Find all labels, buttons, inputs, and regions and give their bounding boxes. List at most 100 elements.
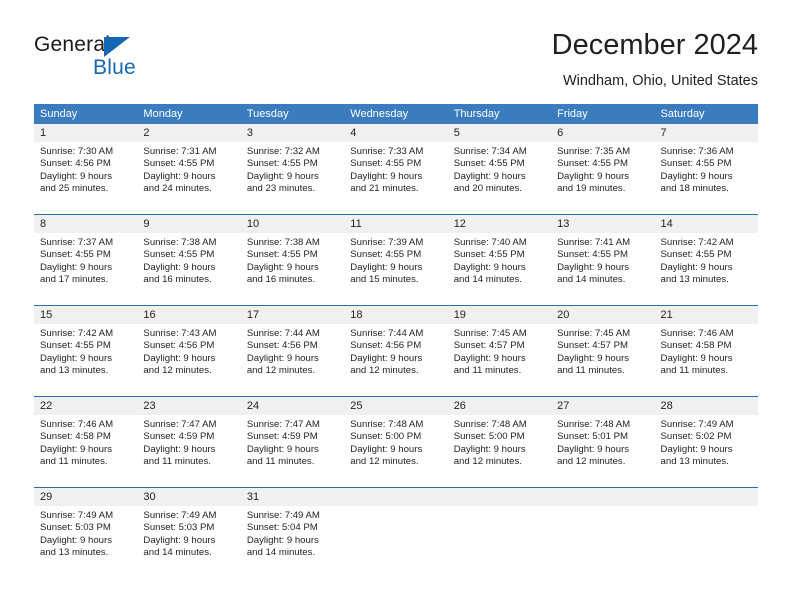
day-sunrise-text: Sunrise: 7:39 AM	[350, 237, 424, 248]
day-cell-10[interactable]: Sunrise: 7:38 AM Sunset: 4:55 PM Daylight:…	[241, 233, 344, 293]
page-header: General Blue December 2024 Windham, Ohio…	[0, 0, 792, 100]
day-sunrise-text: Sunrise: 7:49 AM	[143, 510, 217, 521]
day-sunrise-text: Sunrise: 7:41 AM	[557, 237, 631, 248]
day-number-6[interactable]: 6	[551, 124, 654, 142]
day-number-5[interactable]: 5	[448, 124, 551, 142]
day-daylight-line2-text: and 12 minutes.	[557, 456, 626, 468]
day-sunset-text: Sunset: 4:55 PM	[453, 249, 525, 261]
day-sunset-text: Sunset: 5:03 PM	[143, 522, 215, 534]
logo-text-general: General	[34, 33, 111, 56]
day-sunset-text: Sunset: 4:59 PM	[143, 431, 215, 443]
day-daylight-line1-text: Daylight: 9 hours	[453, 352, 526, 364]
day-number-20[interactable]: 20	[551, 306, 654, 324]
day-number-18[interactable]: 18	[344, 306, 447, 324]
day-cell-31[interactable]: Sunrise: 7:49 AM Sunset: 5:04 PM Daylight:…	[241, 506, 344, 566]
day-cell-26[interactable]: Sunrise: 7:48 AM Sunset: 5:00 PM Daylight:…	[448, 415, 551, 475]
day-sunset-text: Sunset: 4:55 PM	[557, 158, 629, 170]
day-number-3[interactable]: 3	[241, 124, 344, 142]
day-cell-7[interactable]: Sunrise: 7:36 AM Sunset: 4:55 PM Daylight:…	[655, 142, 758, 202]
day-sunset-text: Sunset: 4:55 PM	[557, 249, 629, 261]
day-daylight-line1-text: Daylight: 9 hours	[246, 443, 319, 455]
day-number-13[interactable]: 13	[551, 215, 654, 233]
logo-triangle-icon	[104, 37, 130, 57]
day-number-11[interactable]: 11	[344, 215, 447, 233]
day-daylight-line2-text: and 16 minutes.	[246, 274, 316, 286]
day-sunrise-text: Sunrise: 7:45 AM	[453, 328, 527, 339]
day-number-26[interactable]: 26	[448, 397, 551, 415]
day-number-28[interactable]: 28	[655, 397, 758, 415]
day-daylight-line2-text: and 14 minutes.	[453, 274, 522, 286]
day-cell-3[interactable]: Sunrise: 7:32 AM Sunset: 4:55 PM Daylight:…	[241, 142, 344, 202]
day-cell-30[interactable]: Sunrise: 7:49 AM Sunset: 5:03 PM Daylight:…	[137, 506, 240, 566]
day-cell-8[interactable]: Sunrise: 7:37 AM Sunset: 4:55 PM Daylight:…	[34, 233, 137, 293]
day-cell-25[interactable]: Sunrise: 7:48 AM Sunset: 5:00 PM Daylight:…	[344, 415, 447, 475]
day-cell-21[interactable]: Sunrise: 7:46 AM Sunset: 4:58 PM Daylight:…	[655, 324, 758, 384]
day-number-17[interactable]: 17	[241, 306, 344, 324]
day-cell-13[interactable]: Sunrise: 7:41 AM Sunset: 4:55 PM Daylight:…	[551, 233, 654, 293]
day-cell-1[interactable]: Sunrise: 7:30 AM Sunset: 4:56 PM Daylight:…	[34, 142, 137, 202]
day-cell-2[interactable]: Sunrise: 7:31 AM Sunset: 4:55 PM Daylight:…	[137, 142, 240, 202]
day-daylight-line2-text: and 12 minutes.	[453, 456, 522, 468]
general-blue-logo[interactable]: General Blue	[34, 33, 214, 81]
day-number-2[interactable]: 2	[137, 124, 240, 142]
day-sunrise-text: Sunrise: 7:35 AM	[557, 146, 631, 157]
day-cell-28[interactable]: Sunrise: 7:49 AM Sunset: 5:02 PM Daylight:…	[655, 415, 758, 475]
day-cell-15[interactable]: Sunrise: 7:42 AM Sunset: 4:55 PM Daylight:…	[34, 324, 137, 384]
day-number-24[interactable]: 24	[241, 397, 344, 415]
day-cell-12[interactable]: Sunrise: 7:40 AM Sunset: 4:55 PM Daylight:…	[448, 233, 551, 293]
day-cell-23[interactable]: Sunrise: 7:47 AM Sunset: 4:59 PM Daylight:…	[137, 415, 240, 475]
day-sunrise-text: Sunrise: 7:49 AM	[660, 419, 734, 430]
day-daylight-line1-text: Daylight: 9 hours	[350, 170, 423, 182]
day-cell-14[interactable]: Sunrise: 7:42 AM Sunset: 4:55 PM Daylight:…	[655, 233, 758, 293]
day-number-12[interactable]: 12	[448, 215, 551, 233]
day-number-7[interactable]: 7	[655, 124, 758, 142]
day-cell-29[interactable]: Sunrise: 7:49 AM Sunset: 5:03 PM Daylight:…	[34, 506, 137, 566]
day-number-band: 1234567	[34, 124, 758, 142]
day-number-23[interactable]: 23	[137, 397, 240, 415]
day-cell-20[interactable]: Sunrise: 7:45 AM Sunset: 4:57 PM Daylight:…	[551, 324, 654, 384]
day-cell-9[interactable]: Sunrise: 7:38 AM Sunset: 4:55 PM Daylight:…	[137, 233, 240, 293]
day-number-8[interactable]: 8	[34, 215, 137, 233]
day-number-14[interactable]: 14	[655, 215, 758, 233]
day-sunset-text: Sunset: 4:55 PM	[40, 249, 111, 261]
day-number-29[interactable]: 29	[34, 488, 137, 506]
day-cell-16[interactable]: Sunrise: 7:43 AM Sunset: 4:56 PM Daylight:…	[137, 324, 240, 384]
day-daylight-line1-text: Daylight: 9 hours	[40, 261, 112, 273]
day-number-16[interactable]: 16	[137, 306, 240, 324]
day-number-30[interactable]: 30	[137, 488, 240, 506]
day-cell-22[interactable]: Sunrise: 7:46 AM Sunset: 4:58 PM Daylight:…	[34, 415, 137, 475]
day-daylight-line1-text: Daylight: 9 hours	[246, 261, 319, 273]
day-number-19[interactable]: 19	[448, 306, 551, 324]
day-cell-17[interactable]: Sunrise: 7:44 AM Sunset: 4:56 PM Daylight:…	[241, 324, 344, 384]
day-number-31[interactable]: 31	[241, 488, 344, 506]
day-number-1[interactable]: 1	[34, 124, 137, 142]
day-number-empty	[344, 488, 447, 506]
day-number-10[interactable]: 10	[241, 215, 344, 233]
day-number-25[interactable]: 25	[344, 397, 447, 415]
day-number-21[interactable]: 21	[655, 306, 758, 324]
day-cell-19[interactable]: Sunrise: 7:45 AM Sunset: 4:57 PM Daylight:…	[448, 324, 551, 384]
day-cell-18[interactable]: Sunrise: 7:44 AM Sunset: 4:56 PM Daylight:…	[344, 324, 447, 384]
day-daylight-line2-text: and 11 minutes.	[40, 456, 108, 468]
day-daylight-line2-text: and 18 minutes.	[660, 183, 729, 195]
day-number-empty	[448, 488, 551, 506]
day-detail-band: Sunrise: 7:42 AM Sunset: 4:55 PM Daylight:…	[34, 324, 758, 384]
day-cell-6[interactable]: Sunrise: 7:35 AM Sunset: 4:55 PM Daylight:…	[551, 142, 654, 202]
day-cell-11[interactable]: Sunrise: 7:39 AM Sunset: 4:55 PM Daylight:…	[344, 233, 447, 293]
calendar-week-row: 1 2 3 4 5 6 7 Sunrise: 7:30 AM Sunset: 4:56 PM Da…	[34, 124, 758, 202]
day-number-9[interactable]: 9	[137, 215, 240, 233]
day-cell-5[interactable]: Sunrise: 7:34 AM Sunset: 4:55 PM Daylight:…	[448, 142, 551, 202]
day-number-band: 22 23 24 25 26 27 28	[34, 397, 758, 415]
day-daylight-line1-text: Daylight: 9 hours	[143, 170, 216, 182]
day-daylight-line2-text: and 12 minutes.	[246, 365, 316, 377]
day-number-27[interactable]: 27	[551, 397, 654, 415]
day-sunset-text: Sunset: 4:58 PM	[660, 340, 732, 352]
day-cell-27[interactable]: Sunrise: 7:48 AM Sunset: 5:01 PM Daylight:…	[551, 415, 654, 475]
day-cell-4[interactable]: Sunrise: 7:33 AM Sunset: 4:55 PM Daylight:…	[344, 142, 447, 202]
day-sunset-text: Sunset: 5:00 PM	[350, 431, 422, 443]
day-cell-24[interactable]: Sunrise: 7:47 AM Sunset: 4:59 PM Daylight:…	[241, 415, 344, 475]
day-number-22[interactable]: 22	[34, 397, 137, 415]
day-number-4[interactable]: 4	[344, 124, 447, 142]
day-sunset-text: Sunset: 4:56 PM	[40, 158, 111, 170]
day-number-15[interactable]: 15	[34, 306, 137, 324]
